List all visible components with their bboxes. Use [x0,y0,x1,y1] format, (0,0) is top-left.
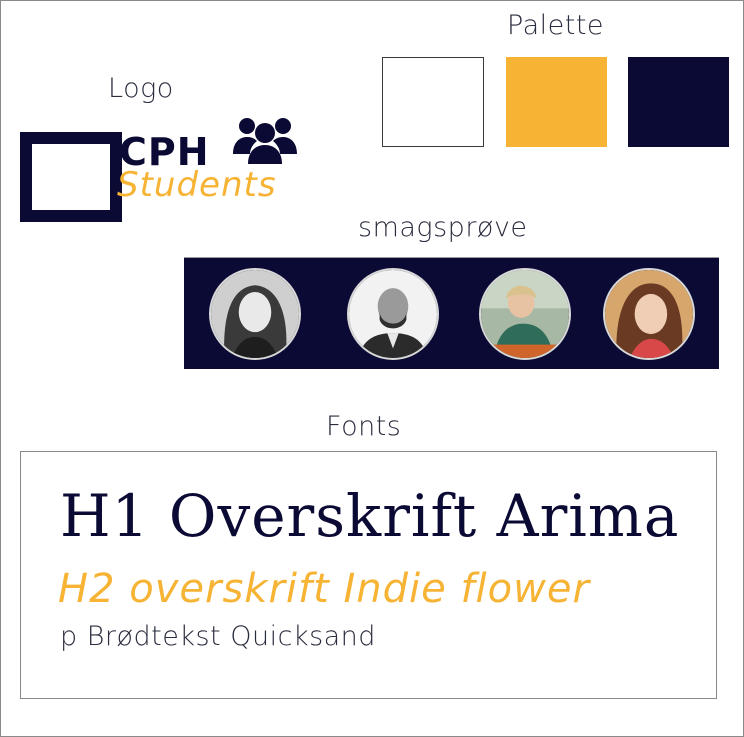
font-sample-paragraph: p Brødtekst Quicksand [60,621,376,652]
people-group-icon [233,118,297,164]
avatar-person-1 [209,268,301,360]
avatar-person-3 [479,268,571,360]
sample-strip [184,257,719,369]
font-sample-h2: H2 overskrift Indie flower [58,566,590,612]
palette-swatch-yellow [506,57,607,147]
logo-text-students: Students [117,165,277,205]
palette-title: Palette [507,10,605,41]
avatar-person-2 [347,268,439,360]
sample-title: smagsprøve [358,212,528,243]
fonts-title: Fonts [326,411,402,442]
logo-title: Logo [108,73,174,104]
logo-square-mark [20,132,122,222]
avatar-person-4 [603,268,695,360]
palette-swatch-navy [628,57,729,147]
font-sample-h1: H1 Overskrift Arima [60,482,680,550]
palette-swatch-white [382,57,484,147]
